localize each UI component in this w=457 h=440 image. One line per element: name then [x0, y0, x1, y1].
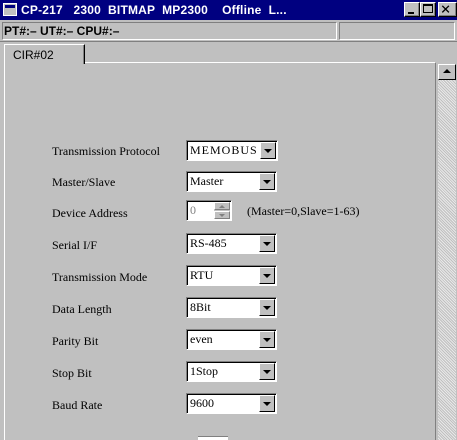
baud-rate-label: Baud Rate — [52, 398, 103, 412]
stop-bit-label: Stop Bit — [52, 366, 92, 380]
chevron-down-icon — [263, 274, 271, 278]
main-panel: CIR#02 Transmission Protocol MEMOBUS Mas… — [0, 42, 457, 440]
close-icon — [441, 5, 450, 13]
chevron-down-icon — [264, 149, 272, 153]
stop-bit-select[interactable]: 1Stop — [186, 361, 277, 382]
chevron-down-icon — [263, 242, 271, 246]
serial-if-select[interactable]: RS-485 — [186, 233, 277, 254]
device-address-updown[interactable] — [214, 202, 230, 219]
close-button[interactable] — [438, 2, 457, 17]
app-icon[interactable] — [3, 3, 17, 16]
transmission-protocol-value: MEMOBUS — [190, 143, 258, 157]
stop-bit-dropdown-button[interactable] — [259, 363, 275, 380]
minimize-icon — [408, 12, 414, 14]
data-length-dropdown-button[interactable] — [259, 299, 275, 316]
parity-bit-label: Parity Bit — [52, 334, 99, 348]
data-length-label: Data Length — [52, 302, 112, 316]
transmission-protocol-dropdown-button[interactable] — [260, 142, 276, 159]
baud-rate-value: 9600 — [190, 396, 214, 410]
master-slave-label: Master/Slave — [52, 175, 116, 189]
transmission-protocol-label: Transmission Protocol — [52, 144, 160, 158]
serial-if-dropdown-button[interactable] — [259, 235, 275, 252]
serial-if-value: RS-485 — [190, 236, 227, 250]
data-length-value: 8Bit — [190, 300, 211, 314]
scroll-up-button[interactable] — [438, 64, 456, 80]
parity-bit-value: even — [190, 332, 213, 346]
window-title: CP-217 2300 BITMAP MP2300 Offline L... — [21, 3, 287, 17]
parity-bit-select[interactable]: even — [186, 329, 277, 350]
device-address-label: Device Address — [52, 206, 128, 220]
arrow-up-icon — [443, 69, 451, 73]
chevron-down-icon — [263, 402, 271, 406]
chevron-down-icon — [263, 306, 271, 310]
transmission-protocol-select[interactable]: MEMOBUS — [186, 140, 278, 161]
partially-visible-field — [198, 436, 228, 440]
transmission-mode-value: RTU — [190, 268, 214, 282]
device-address-hint: (Master=0,Slave=1-63) — [247, 204, 360, 218]
master-slave-select[interactable]: Master — [186, 171, 277, 192]
device-address-spinner[interactable]: 0 — [186, 200, 232, 221]
device-address-value: 0 — [190, 203, 196, 217]
tab-cir02[interactable]: CIR#02 — [4, 44, 85, 64]
master-slave-dropdown-button[interactable] — [259, 173, 275, 190]
maximize-button[interactable] — [420, 2, 436, 17]
data-length-select[interactable]: 8Bit — [186, 297, 277, 318]
transmission-mode-select[interactable]: RTU — [186, 265, 277, 286]
chevron-down-icon — [263, 180, 271, 184]
spin-down-icon[interactable] — [214, 211, 230, 219]
chevron-down-icon — [263, 338, 271, 342]
vertical-scrollbar[interactable] — [438, 64, 456, 440]
status-text: PT#:– UT#:– CPU#:– — [2, 22, 337, 40]
transmission-mode-dropdown-button[interactable] — [259, 267, 275, 284]
baud-rate-select[interactable]: 9600 — [186, 393, 277, 414]
master-slave-value: Master — [190, 174, 224, 188]
status-field-secondary — [339, 22, 455, 40]
status-bar: PT#:– UT#:– CPU#:– — [0, 20, 457, 42]
parity-bit-dropdown-button[interactable] — [259, 331, 275, 348]
serial-if-label: Serial I/F — [52, 238, 97, 252]
baud-rate-dropdown-button[interactable] — [259, 395, 275, 412]
chevron-down-icon — [263, 370, 271, 374]
transmission-mode-label: Transmission Mode — [52, 270, 148, 284]
title-bar[interactable]: CP-217 2300 BITMAP MP2300 Offline L... — [0, 0, 457, 20]
spin-up-icon[interactable] — [214, 202, 230, 210]
stop-bit-value: 1Stop — [190, 364, 219, 378]
tab-label: CIR#02 — [13, 48, 54, 62]
minimize-button[interactable] — [404, 2, 420, 17]
maximize-icon — [423, 4, 433, 13]
